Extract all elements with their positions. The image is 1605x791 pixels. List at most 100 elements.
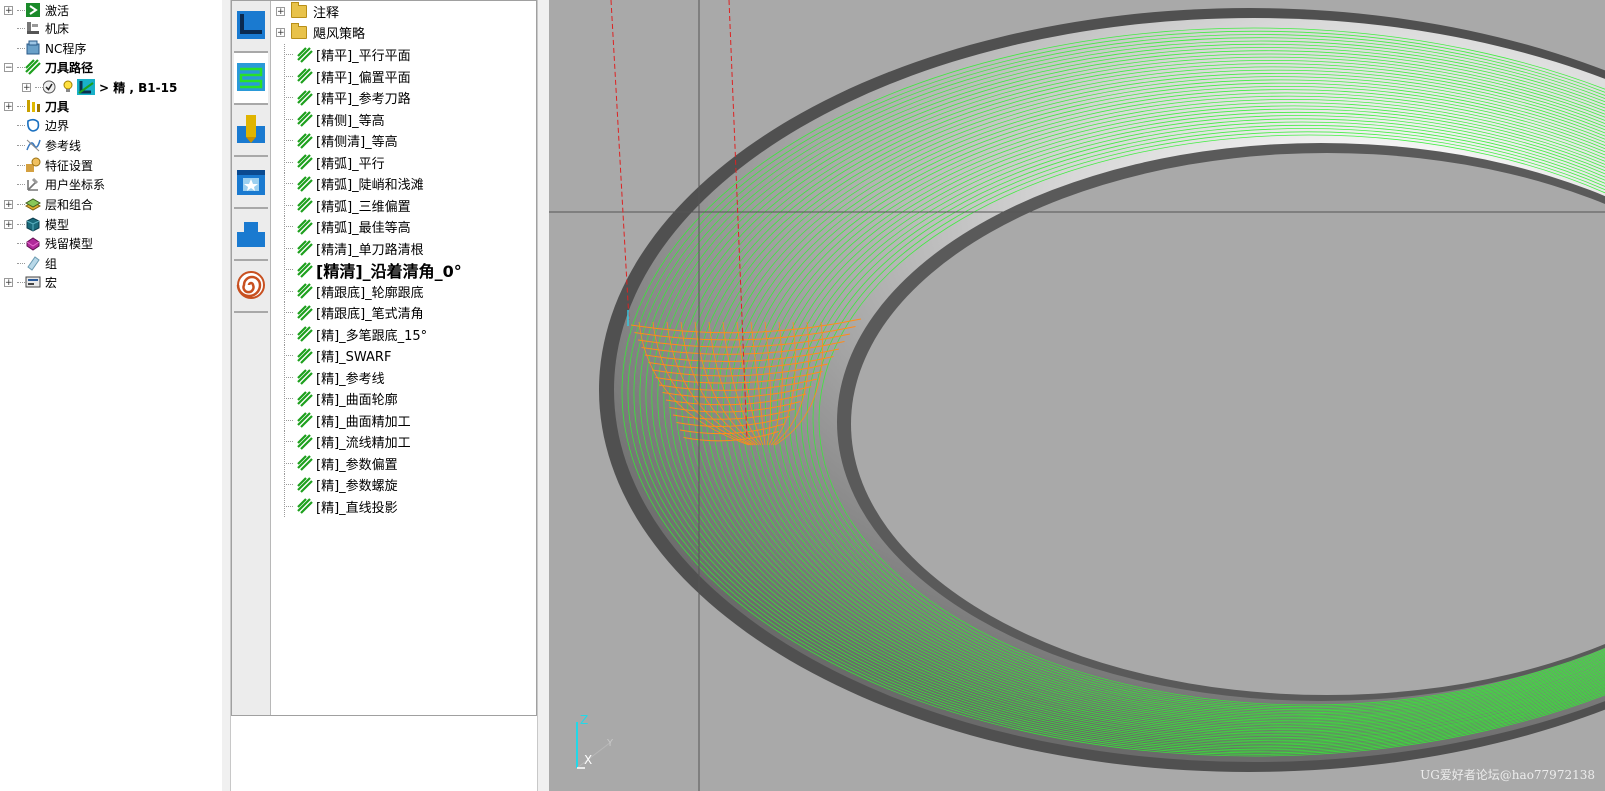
tree-connector <box>17 223 25 225</box>
explorer-item-label: 残留模型 <box>45 236 94 251</box>
expand-toggle-icon[interactable]: + <box>4 199 13 209</box>
strategy-item[interactable]: [精]_SWARF <box>272 345 391 366</box>
strategy-item[interactable]: [精]_参数螺旋 <box>272 474 398 495</box>
explorer-item-layers[interactable]: + 层和组合 <box>0 194 93 214</box>
explorer-item-tool[interactable]: + 刀具 <box>0 96 69 116</box>
strategy-item-label: [精]_多笔跟底_15° <box>316 328 428 344</box>
strategy-tab-spiral[interactable] <box>234 261 268 313</box>
stock-model-icon <box>25 235 41 251</box>
expand-toggle-icon[interactable]: + <box>4 101 13 111</box>
strategy-item[interactable]: [精]_曲面轮廓 <box>272 388 398 409</box>
strategy-selector-panel: + 注释 + 飓风策略 [精平]_平行平面 [精平]_偏置平面 [精平]_参考刀路 [精侧]_… <box>231 0 537 716</box>
explorer-item-boundary[interactable]: 边界 <box>0 115 69 135</box>
workplane-icon <box>25 176 41 192</box>
strategy-item[interactable]: [精弧]_陡峭和浅滩 <box>272 173 424 194</box>
macro-icon <box>25 274 41 290</box>
lightbulb-icon[interactable] <box>63 79 73 95</box>
finishing-icon <box>236 62 266 95</box>
strategy-item[interactable]: [精]_参考线 <box>272 366 385 388</box>
explorer-item-model[interactable]: + 模型 <box>0 214 69 234</box>
strategy-item-label: [精清]_单刀路清根 <box>316 242 424 258</box>
strategy-item[interactable]: [精弧]_三维偏置 <box>272 194 411 216</box>
tree-connector <box>280 194 294 216</box>
nc-program-icon <box>25 40 41 56</box>
viewport-canvas[interactable]: Z Y X <box>549 0 1605 791</box>
strategy-item[interactable]: [精]_流线精加工 <box>272 431 411 452</box>
explorer-item-label: 边界 <box>45 118 70 133</box>
expand-toggle-icon[interactable]: + <box>4 219 13 229</box>
explorer-item-machine[interactable]: 机床 <box>0 18 69 38</box>
strategy-folder-label: 注释 <box>313 6 340 21</box>
strategy-item-label: [精]_参数螺旋 <box>316 479 398 494</box>
explorer-item-toolpath-status[interactable]: + > 精 , B1-15 <box>0 77 177 97</box>
strategy-item-label: [精平]_偏置平面 <box>316 70 411 86</box>
strategy-tab-drilling[interactable] <box>234 105 268 157</box>
finishing-strategy-icon <box>297 390 313 407</box>
strategy-item[interactable]: [精平]_参考刀路 <box>272 87 411 108</box>
explorer-item-label: > 精 , B1-15 <box>99 80 178 95</box>
explorer-item-stock-model[interactable]: 残留模型 <box>0 233 93 253</box>
strategy-item-label: [精弧]_最佳等高 <box>316 221 411 236</box>
tree-connector <box>280 130 294 151</box>
boundary-icon <box>25 117 41 133</box>
strategy-item[interactable]: [精清]_沿着清角_0° <box>272 259 462 281</box>
finishing-strategy-icon <box>297 433 313 450</box>
strategy-item[interactable]: [精跟底]_轮廓跟底 <box>272 280 424 302</box>
strategy-item[interactable]: [精清]_单刀路清根 <box>272 237 424 259</box>
expand-toggle-icon[interactable]: + <box>276 28 285 38</box>
finishing-strategy-icon <box>297 261 313 278</box>
finishing-strategy-icon <box>297 46 313 63</box>
explorer-item-workplane[interactable]: 用户坐标系 <box>0 174 105 194</box>
strategy-item[interactable]: [精跟底]_笔式清角 <box>272 302 424 323</box>
strategy-tab-finishing[interactable] <box>234 53 268 105</box>
finishing-strategy-icon <box>297 175 313 192</box>
strategy-folder[interactable]: + 飓风策略 <box>272 22 365 43</box>
strategy-item[interactable]: [精侧]_等高 <box>272 108 385 130</box>
expand-toggle-icon[interactable]: − <box>4 62 13 72</box>
strategy-item[interactable]: [精侧清]_等高 <box>272 130 398 151</box>
strategy-item[interactable]: [精平]_平行平面 <box>272 44 411 65</box>
explorer-item-activate[interactable]: + 激活 <box>0 0 69 20</box>
expand-toggle-icon[interactable]: + <box>276 7 285 17</box>
explorer-item-pattern[interactable]: 参考线 <box>0 135 81 155</box>
explorer-item-label: 组 <box>45 256 58 271</box>
tree-connector <box>280 474 294 495</box>
expand-toggle-icon[interactable]: + <box>4 277 13 287</box>
finishing-strategy-icon <box>297 283 313 299</box>
finishing-strategy-icon <box>297 132 313 149</box>
layers-icon <box>24 196 42 212</box>
expand-toggle-icon[interactable]: + <box>22 82 31 92</box>
strategy-item[interactable]: [精]_曲面精加工 <box>272 409 411 431</box>
graphics-viewport[interactable]: Z Y X UG爱好者论坛@hao77972138 <box>549 0 1605 791</box>
explorer-item-toolpath[interactable]: − 刀具路径 <box>0 57 93 77</box>
strategy-tab-rest[interactable] <box>234 209 268 261</box>
finishing-strategy-icon <box>297 218 313 235</box>
expand-toggle-icon[interactable]: + <box>4 5 13 15</box>
strategy-tab-area-clearance[interactable] <box>234 1 268 53</box>
explorer-item-group[interactable]: 组 <box>0 253 57 273</box>
tree-connector <box>17 47 25 49</box>
explorer-item-nc-program[interactable]: NC程序 <box>0 38 86 58</box>
explorer-item-macro[interactable]: + 宏 <box>0 272 57 292</box>
finishing-strategy-icon <box>297 197 313 213</box>
toolpath-thumbnail-icon <box>77 79 95 95</box>
explorer-splitter[interactable] <box>222 0 231 791</box>
strategy-item[interactable]: [精平]_偏置平面 <box>272 65 411 87</box>
strategy-tab-feature[interactable] <box>234 157 268 209</box>
strategy-category-tabs <box>232 1 271 715</box>
strategy-item[interactable]: [精]_多笔跟底_15° <box>272 323 428 345</box>
explorer-item-feature-set[interactable]: 特征设置 <box>0 155 93 175</box>
strategy-folder[interactable]: + 注释 <box>272 1 339 22</box>
strategy-item[interactable]: [精]_参数偏置 <box>272 452 398 474</box>
strategy-item[interactable]: [精]_直线投影 <box>272 495 398 517</box>
tree-connector <box>280 237 294 259</box>
strategy-item[interactable]: [精弧]_最佳等高 <box>272 216 411 237</box>
explorer-item-label: 刀具路径 <box>45 60 94 75</box>
strategy-item[interactable]: [精弧]_平行 <box>272 151 385 173</box>
tree-connector <box>280 216 294 237</box>
tree-connector <box>280 323 294 345</box>
tree-connector <box>17 144 25 146</box>
